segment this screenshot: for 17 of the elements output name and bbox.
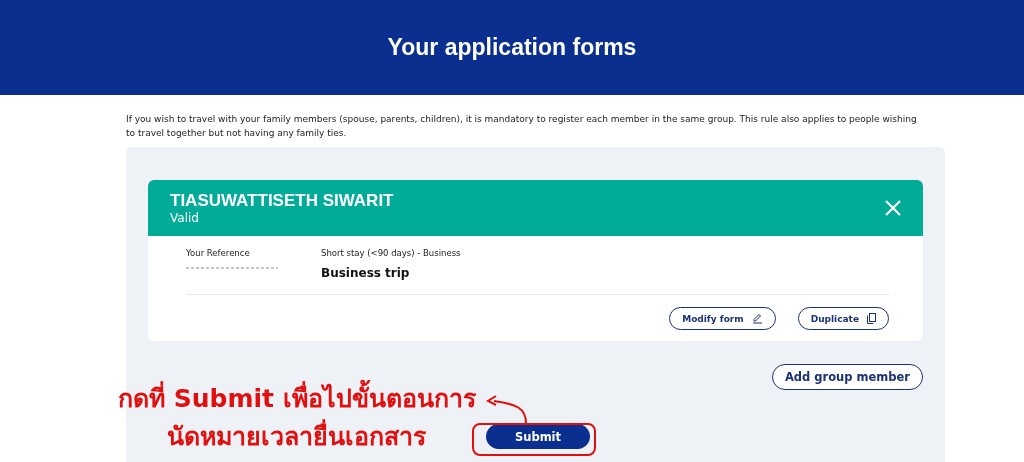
notice-text: If you wish to travel with your family members (spouse, parents, children), it is mandatory to register each member in the same group. This rule also applies to people wishing to travel together but not having any family ties. bbox=[126, 113, 918, 140]
reference-label: Your Reference bbox=[186, 248, 251, 258]
annotation-text: กดที่ Submit เพื่อไปขั้นตอนการ bbox=[118, 378, 476, 416]
trip-purpose: Business trip bbox=[321, 266, 411, 280]
duplicate-button[interactable]: Duplicate bbox=[797, 307, 889, 330]
add-member-button[interactable]: Add group member bbox=[771, 364, 923, 390]
applicant-name: TIASUWATTISETH SIWARIT bbox=[170, 191, 394, 211]
status-text: Valid bbox=[170, 211, 200, 225]
submit-button[interactable]: Submit bbox=[486, 424, 590, 449]
modify-button[interactable]: Modify form bbox=[669, 307, 776, 330]
stay-type: Short stay (<90 days) - Business bbox=[321, 248, 461, 258]
copy-icon bbox=[867, 313, 876, 324]
annotation-arrow bbox=[486, 394, 530, 424]
annotation-text: นัดหมายเวลายื่นเอกสาร bbox=[167, 416, 427, 454]
close-icon[interactable] bbox=[885, 200, 901, 216]
page-title: Your application forms bbox=[387, 34, 637, 61]
pencil-icon bbox=[751, 313, 763, 324]
